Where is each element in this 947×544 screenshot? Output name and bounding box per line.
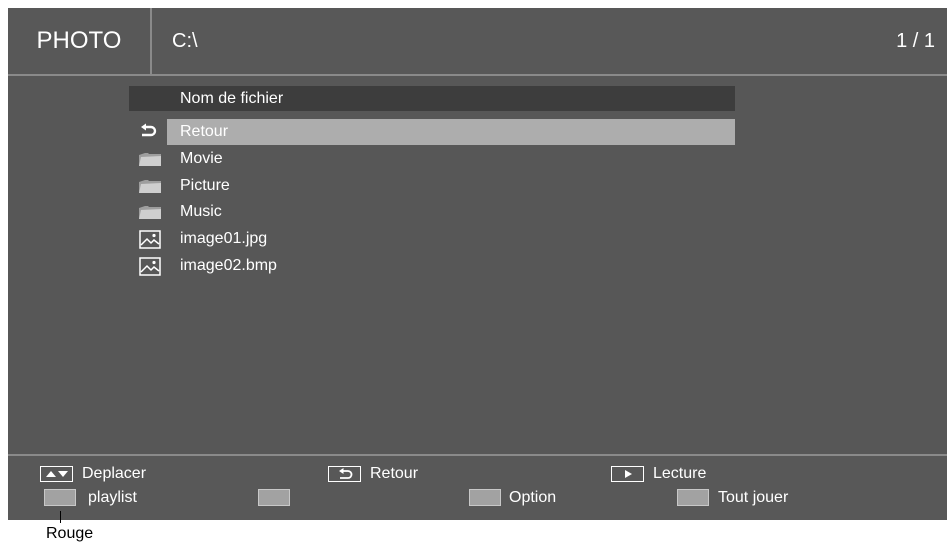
- folder-icon: [129, 146, 165, 172]
- hint-move-label: Deplacer: [82, 465, 147, 482]
- play-icon: [611, 466, 644, 482]
- folder-icon: [129, 199, 165, 225]
- return-icon: [328, 466, 361, 482]
- current-path: C:\: [172, 30, 198, 52]
- green-button[interactable]: [258, 489, 290, 506]
- hint-move: Deplacer: [40, 464, 146, 484]
- list-item-label: Movie: [180, 150, 223, 167]
- list-item-label: Retour: [167, 119, 735, 145]
- folder-icon: [129, 173, 165, 199]
- page-indicator: 1 / 1: [896, 30, 935, 52]
- list-item-file[interactable]: image02.bmp: [129, 253, 735, 279]
- red-button-label: playlist: [88, 489, 137, 506]
- callout-label: Rouge: [46, 525, 94, 542]
- blue-button-label: Tout jouer: [718, 489, 789, 506]
- image-file-icon: [129, 253, 165, 279]
- list-item-label: image01.jpg: [180, 230, 268, 247]
- up-down-arrow-icon: [40, 466, 73, 482]
- return-icon: [129, 119, 165, 145]
- column-header-label: Nom de fichier: [180, 90, 284, 107]
- list-item-file[interactable]: image01.jpg: [129, 226, 735, 252]
- list-item-label: Music: [180, 203, 222, 220]
- image-file-icon: [129, 226, 165, 252]
- list-item-folder[interactable]: Picture: [129, 173, 735, 199]
- footer-hints: Deplacer Retour Lecture playlist Option …: [8, 454, 947, 520]
- hint-play-label: Lecture: [653, 465, 707, 482]
- list-item-label: image02.bmp: [180, 257, 277, 274]
- hint-play: Lecture: [611, 464, 706, 484]
- list-item-folder[interactable]: Movie: [129, 146, 735, 172]
- blue-button[interactable]: [677, 489, 709, 506]
- column-header: Nom de fichier: [129, 86, 735, 111]
- yellow-button[interactable]: [469, 489, 501, 506]
- app-title: PHOTO: [8, 8, 152, 74]
- hint-back-label: Retour: [370, 465, 419, 482]
- hint-back: Retour: [328, 464, 418, 484]
- list-item-label: Picture: [180, 177, 230, 194]
- yellow-button-label: Option: [509, 489, 557, 506]
- list-item-return[interactable]: Retour: [129, 119, 735, 145]
- red-button[interactable]: [44, 489, 76, 506]
- photo-browser-screen: PHOTO C:\ 1 / 1 Nom de fichier Retour Mo…: [8, 8, 947, 520]
- header-bar: PHOTO C:\ 1 / 1: [8, 8, 947, 76]
- list-item-folder[interactable]: Music: [129, 199, 735, 225]
- callout-line: [60, 511, 61, 523]
